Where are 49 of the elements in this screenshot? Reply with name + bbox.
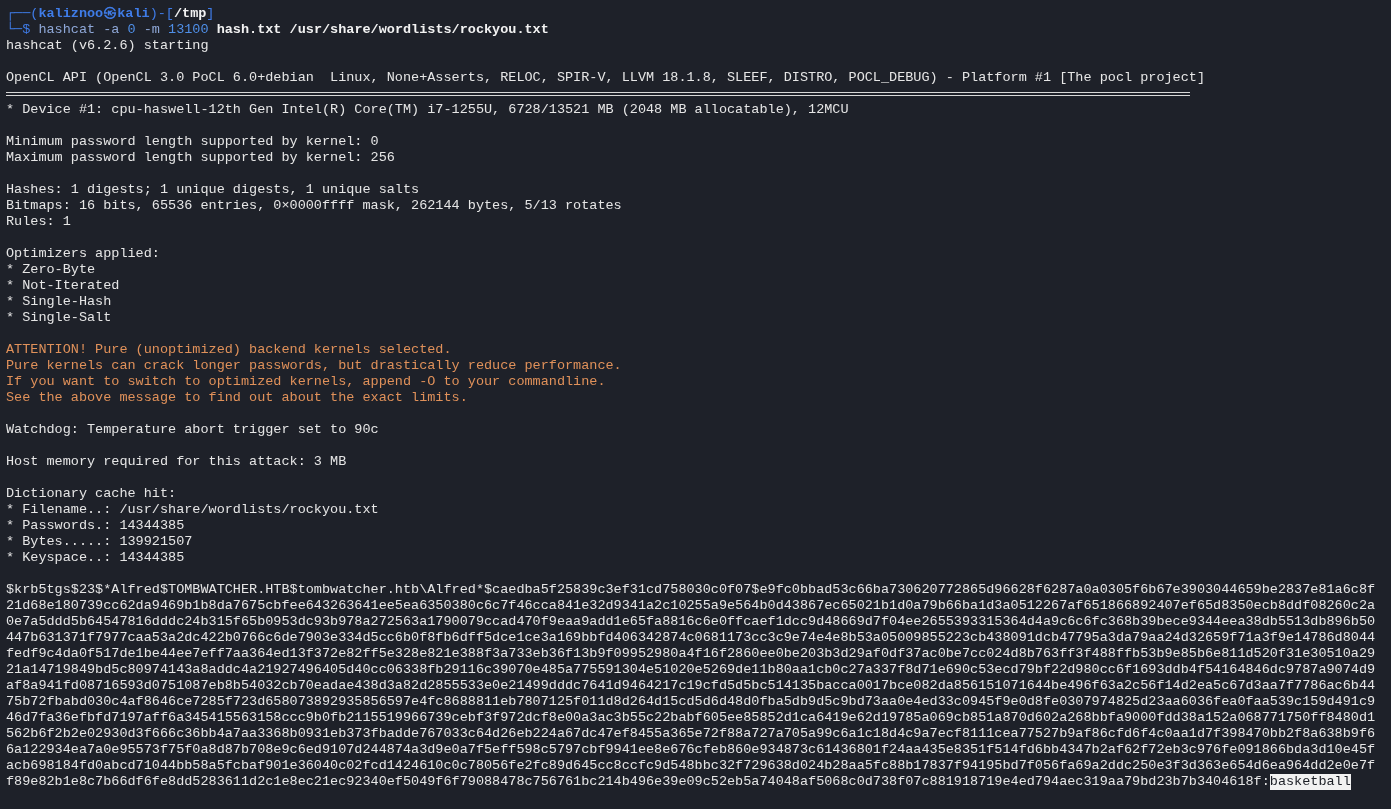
prompt-frame: ] (206, 6, 215, 22)
output-line: * Single-Hash (6, 294, 112, 310)
output-line: Hashes: 1 digests; 1 unique digests, 1 unique salts (6, 182, 420, 198)
output-line: Bitmaps: 16 bits, 65536 entries, 0×0000ffff mask, 262144 bytes, 5/13 rotates (6, 198, 622, 214)
output-line: * Not-Iterated (6, 278, 120, 294)
output-line: * Zero-Byte (6, 262, 96, 278)
output-line: fedf9c4da0f517de1be44ee7eff7aa364ed13f372e82ff5e328e821e388f3a733eb36f13b9f09952980a4f16f2860ee0be203b3d29af0df37ac0be7cc024d8b763ff3f488ffb53b9e85b6e811d520f31e30510a29 (6, 646, 1376, 662)
output-line: 447b631371f7977caa53a2dc422b0766c6de7903e334d5cc6b0f8fb6dff5dce1ce3a169bbfd406342874c0681173cc3c9e74e4e8b53a05009855223cb438091dcb47795a3da79aa24d32659f71a3f9e14786d8044 (6, 630, 1376, 646)
prompt-frame: )-[ (149, 6, 174, 22)
hash-line: f89e82b1e8c7b66df6fe8dd5283611d2c1e8ec21ec92340ef5049f6f79088478c756761bc214b496e39e09c52eb5a74048af5068c0d738f07c881918719e4ed794aec319aa79bd23b7b3404618f: (6, 774, 1270, 790)
prompt-path: /tmp (173, 6, 207, 22)
prompt-user: kaliznoo㉿kali (38, 6, 150, 22)
output-line: $krb5tgs$23$*Alfred$TOMBWATCHER.HTB$tombwatcher.htb\Alfred*$caedba5f25839c3ef31cd758030c0f07$e9fc0bbad53c66ba730620772865d96628f6287a0a0305f6b67e3903044659be2837e81a6c8f (6, 582, 1376, 598)
output-line: OpenCL API (OpenCL 3.0 PoCL 6.0+debian Linux, None+Asserts, RELOC, SPIR-V, LLVM 18.1.8, SLEEF, DISTRO, POCL_DEBUG) - Platform #1 [The pocl project] (6, 70, 1205, 86)
output-line: af8a941fd08716593d0751087eb8b54032cb70eadae438d3a82d2855533e0e21499dddc7641d9464217c19cfd5d5bc514135bacca0017bce082da856151071644be496f63a2c56f14d2ea5c67d3aa7f7786ac6b44 (6, 678, 1376, 694)
command-text: hashcat -a (37, 22, 121, 38)
command-number: 13100 (168, 22, 209, 38)
output-line: Optimizers applied: (6, 246, 160, 262)
prompt-frame: ┌──( (6, 6, 39, 22)
output-line: 6a122934ea7a0e95573f75f0a8d87b708e9c6ed9107d244874a3d9e0a7f5eff598c5797cbf9941ee8e676cfeb860e934873c61436801f24aa435e8351f514fd6bb4347b2af62f72eb3c976fe091866bda3d10e45f (6, 742, 1376, 758)
output-line: * Keyspace..: 14344385 (6, 550, 185, 566)
cracked-password: basketball (1269, 774, 1351, 790)
output-line: Rules: 1 (6, 214, 71, 230)
output-line: hashcat (v6.2.6) starting (6, 38, 209, 54)
output-line: Maximum password length supported by kernel: 256 (6, 150, 395, 166)
output-line: * Single-Salt (6, 310, 112, 326)
warning-line: ATTENTION! Pure (unoptimized) backend kernels selected. (6, 342, 452, 358)
output-line: 75b72fbabd030c4af8646ce7285f723d658073892935856597e4fc8688811eb7807125f011d8d264d15cd5d6d48d0fba5db9d5c9bd73aa0e4ed33c0945f9e0d8fe0307974825d23aa6036fea0faa539c159d491c9 (6, 694, 1376, 710)
output-line: 46d7fa36efbfd7197aff6a345415563158ccc9b0fb2115519966739cebf3f972dcf8e00a3ac3b55c22babf605ee85852d1ca6419e62d19785a069cb851a870d602a268bbfa9000fdd38a152a068771750ff8480d1 (6, 710, 1376, 726)
output-line: 0e7a5ddd5b64547816dddc24b315f65b0953dc93b978a272563a1790079ccad470f9eaa9add1e65fa8816c6e0ffcaef1dcc9d48669d7f04ee2655393315364d4a9c6c6fc368b39bece9344eea38db5513db896b50 (6, 614, 1376, 630)
output-line: Host memory required for this attack: 3 MB (6, 454, 347, 470)
output-line: * Passwords.: 14344385 (6, 518, 185, 534)
output-line: 562b6f2b2e02930d3f666c36bb4a7aa3368b0931eb373fbadde767033c64d26eb224a67dc47ef8455a365e72f88a727a705a99c6a1c18d4c9a7ecf8111cea77527b9af86cfd6f4c0aa1d7f398470bb2f8a638b9f6 (6, 726, 1376, 742)
output-line: 21a14719849bd5c80974143a8addc4a21927496405d40cc06338fb29116c39070e485a775591304e51020e5269de11b80aa1cb0c27a337f8d71e690c53ecd79bf22d980cc6f1693ddb4f54164846dc9787a9074d9 (6, 662, 1376, 678)
output-line: 21d68e180739cc62da9469b1b8da7675cbfee643263641ee5ea6350380c6c7f46cca841e32d9341a2c10255a9e564b0d43867ec65021b1d0a79b66ba1d3a0512267af651866892407ef65d8350ecb8ddf08260c2a (6, 598, 1376, 614)
output-line: Dictionary cache hit: (6, 486, 177, 502)
warning-line: Pure kernels can crack longer passwords, but drastically reduce performance. (6, 358, 622, 374)
command-argument: hash.txt /usr/share/wordlists/rockyou.txt (215, 22, 549, 38)
output-line: * Bytes.....: 139921507 (6, 534, 193, 550)
output-line: Watchdog: Temperature abort trigger set to 90c (6, 422, 379, 438)
command-number: 0 (127, 22, 136, 38)
command-text: -m (142, 22, 161, 38)
output-line: Minimum password length supported by kernel: 0 (6, 134, 379, 150)
output-line: * Filename..: /usr/share/wordlists/rockyou.txt (6, 502, 379, 518)
output-line: * Device #1: cpu-haswell-12th Gen Intel(R) Core(TM) i7-1255U, 6728/13521 MB (2048 MB allocatable), 12MCU (6, 102, 849, 118)
warning-line: See the above message to find out about the exact limits. (6, 390, 468, 406)
warning-line: If you want to switch to optimized kernels, append -O to your commandline. (6, 374, 606, 390)
output-line: acb698184fd0abcd71044bb58a5fcbaf901e36040c02fcd1424610c0c78056fe2fc89d645cc8ccfc9d548bbc32f729638d024b28aa5fc88b17837f94195bd7f056fa69a2ddc250e3f3d363e654d6ea964dd2e0e7f (6, 758, 1376, 774)
prompt-frame: └─$ (6, 22, 31, 38)
